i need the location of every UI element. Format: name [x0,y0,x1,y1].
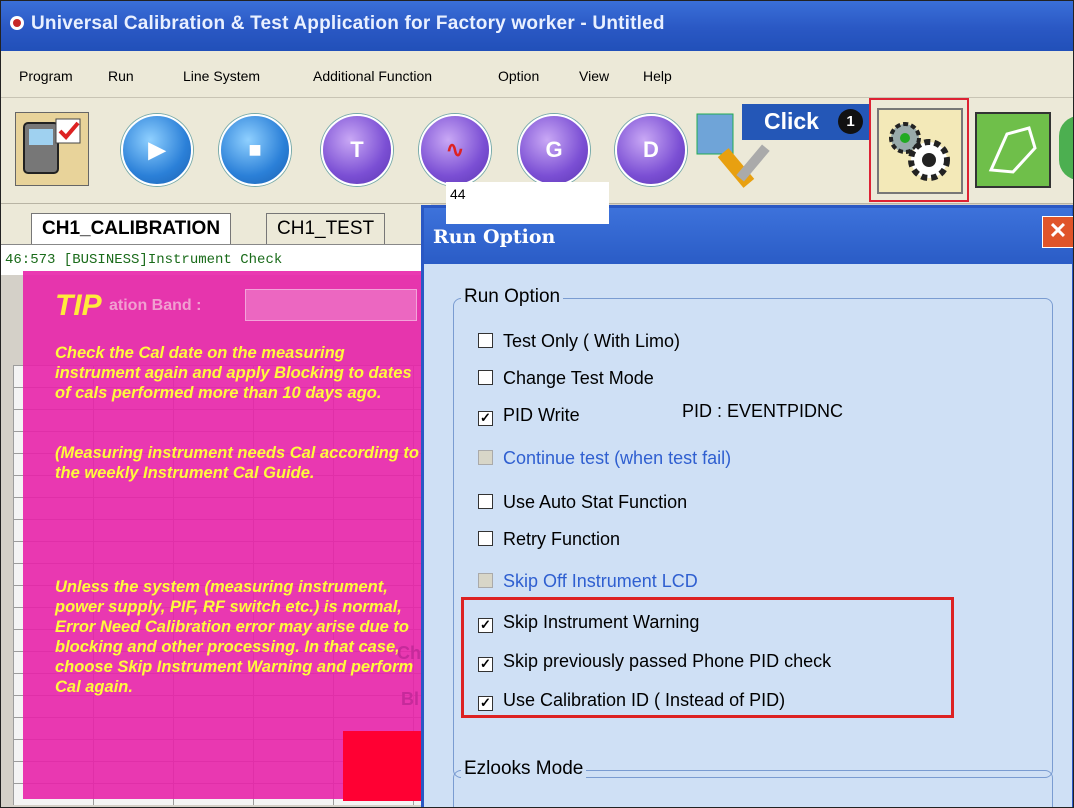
option-pid-write[interactable]: ✓ PID Write [478,405,580,426]
menu-program[interactable]: Program [19,68,73,84]
continue-test-checkbox[interactable] [478,450,493,465]
tip-paragraph-2: (Measuring instrument needs Cal accordin… [55,444,419,482]
change-test-mode-checkbox[interactable] [478,370,493,385]
play-icon[interactable]: ▶ [121,114,193,186]
option-test-only[interactable]: Test Only ( With Limo) [478,331,680,352]
tip-title: TIP [55,289,102,322]
title-bar: Universal Calibration & Test Application… [1,1,1073,51]
option-label: Test Only ( With Limo) [503,331,681,351]
option-label: PID Write [503,405,580,425]
skip-options-highlight [461,597,954,718]
retry-checkbox[interactable] [478,531,493,546]
callout-label: Click [764,108,819,134]
tip-overlay: ation Band : TIP Check the Cal date on t… [23,271,463,801]
tab-ch1-calibration[interactable]: CH1_CALIBRATION [31,213,232,244]
group-legend: Run Option [461,286,564,308]
group2-legend: Ezlooks Mode [461,758,587,780]
callout-number: 1 [838,109,863,134]
window-title: Universal Calibration & Test Application… [31,13,665,34]
tip-paragraph-1: Check the Cal date on the measuring inst… [55,344,412,402]
auto-stat-checkbox[interactable] [478,494,493,509]
option-label: Change Test Mode [503,368,654,388]
pid-label: PID : EVENTPIDNC [682,401,844,421]
close-icon[interactable]: ✕ [1042,216,1073,248]
option-label: Continue test (when test fail) [503,448,732,468]
option-skip-off-lcd[interactable]: Skip Off Instrument LCD [478,571,698,592]
app-icon [10,16,24,30]
tip-paragraph-3: Unless the system (measuring instrument,… [55,578,414,696]
hand-document-icon[interactable] [975,112,1051,188]
app-window: Universal Calibration & Test Application… [0,0,1074,808]
channel-tabs: CH1_CALIBRATION CH1_TEST [1,204,431,244]
click-callout: Click 1 [742,104,870,140]
test-t-icon[interactable]: T [321,114,393,186]
stop-icon[interactable]: ■ [219,114,291,186]
tip-band-label: ation Band : [109,297,202,314]
d-icon[interactable]: D [615,114,687,186]
band-label-fragment: Bl [401,689,419,709]
gear-highlight-frame [869,98,969,202]
menu-help[interactable]: Help [643,68,672,84]
option-continue-test[interactable]: Continue test (when test fail) [478,448,731,469]
option-label: Use Auto Stat Function [503,492,688,512]
ezlooks-mode-group: Ezlooks Mode [453,758,1053,807]
waveform-icon[interactable]: ∿ [419,114,491,186]
next-tool-icon[interactable] [1059,116,1073,180]
pid-input[interactable]: 44 [446,182,609,224]
dialog-title: Run Option [433,226,556,248]
menu-option[interactable]: Option [498,68,539,84]
option-retry[interactable]: Retry Function [478,529,620,550]
option-label: Skip Off Instrument LCD [503,571,698,591]
menu-bar: Program Run Line System Additional Funct… [1,51,1073,98]
g-icon[interactable]: G [518,114,590,186]
pid-write-checkbox[interactable]: ✓ [478,411,493,426]
red-status-block [343,731,433,801]
menu-view[interactable]: View [579,68,609,84]
option-change-test-mode[interactable]: Change Test Mode [478,368,654,389]
phone-calibration-icon[interactable] [15,112,89,186]
option-label: Retry Function [503,529,621,549]
tab-ch1-test[interactable]: CH1_TEST [266,213,386,244]
test-only-checkbox[interactable] [478,333,493,348]
menu-additional-function[interactable]: Additional Function [313,68,432,84]
option-auto-stat[interactable]: Use Auto Stat Function [478,492,687,513]
menu-run[interactable]: Run [108,68,134,84]
menu-line-system[interactable]: Line System [183,68,260,84]
band-select[interactable] [245,289,417,321]
skip-off-lcd-checkbox[interactable] [478,573,493,588]
